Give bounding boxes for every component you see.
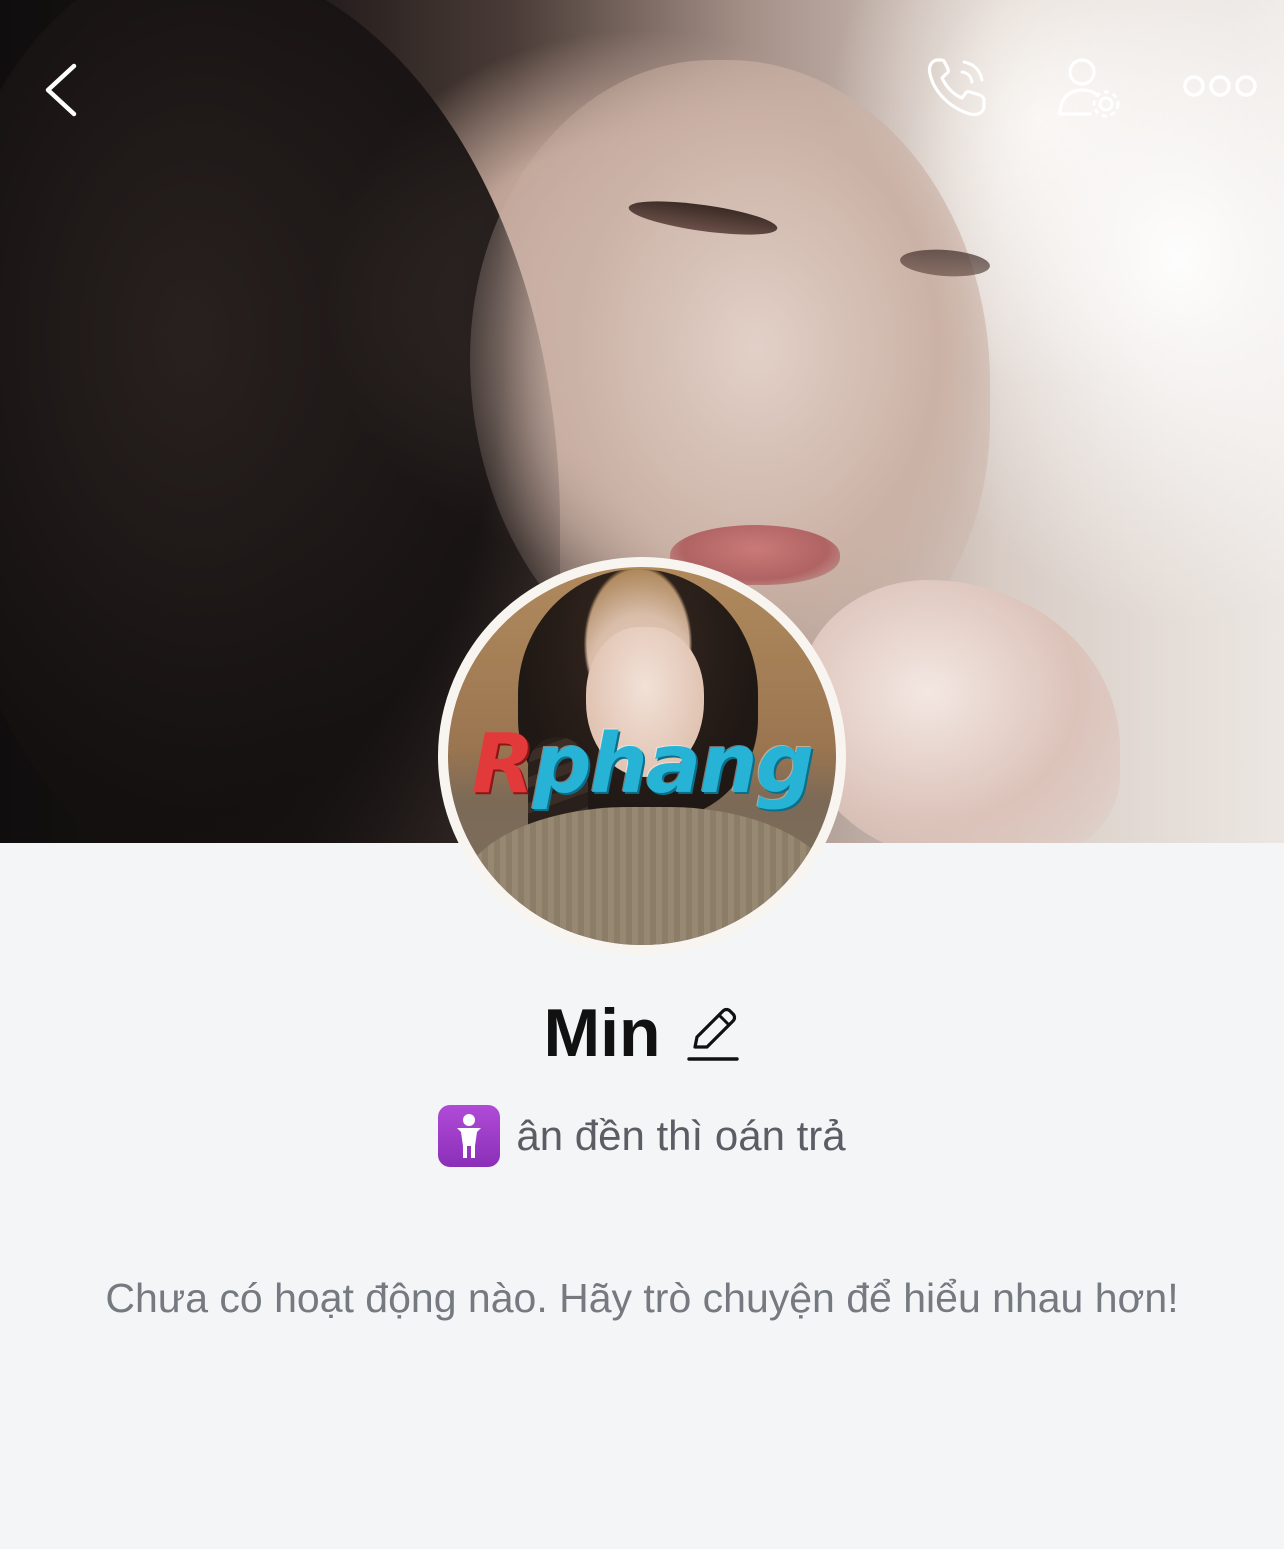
- pencil-icon: [686, 1007, 739, 1061]
- empty-activity-message: Chưa có hoạt động nào. Hãy trò chuyện để…: [105, 1275, 1179, 1321]
- back-button[interactable]: [30, 50, 100, 130]
- profile-name: Min: [543, 994, 661, 1071]
- user-settings-icon: [1058, 58, 1120, 118]
- profile-settings-button[interactable]: [1050, 52, 1130, 124]
- name-row: Min: [0, 985, 1284, 1080]
- avatar-watermark: Rphang: [471, 717, 815, 812]
- edit-name-button[interactable]: [685, 1001, 741, 1065]
- more-dots-icon: [1183, 75, 1257, 97]
- chevron-left-icon: [45, 63, 77, 117]
- avatar[interactable]: Rphang: [438, 557, 846, 955]
- status-text: ân đền thì oán trả: [516, 1112, 846, 1159]
- profile-screen: Rphang Min ân đền thì oán trả Chưa có ho…: [0, 0, 1284, 1549]
- call-button[interactable]: [918, 52, 998, 124]
- more-options-button[interactable]: [1180, 62, 1260, 110]
- phone-icon: [927, 58, 986, 117]
- status-row[interactable]: ân đền thì oán trả: [0, 1098, 1284, 1174]
- standing-woman-emoji-icon: [438, 1105, 501, 1167]
- avatar-photo: Rphang: [448, 567, 836, 945]
